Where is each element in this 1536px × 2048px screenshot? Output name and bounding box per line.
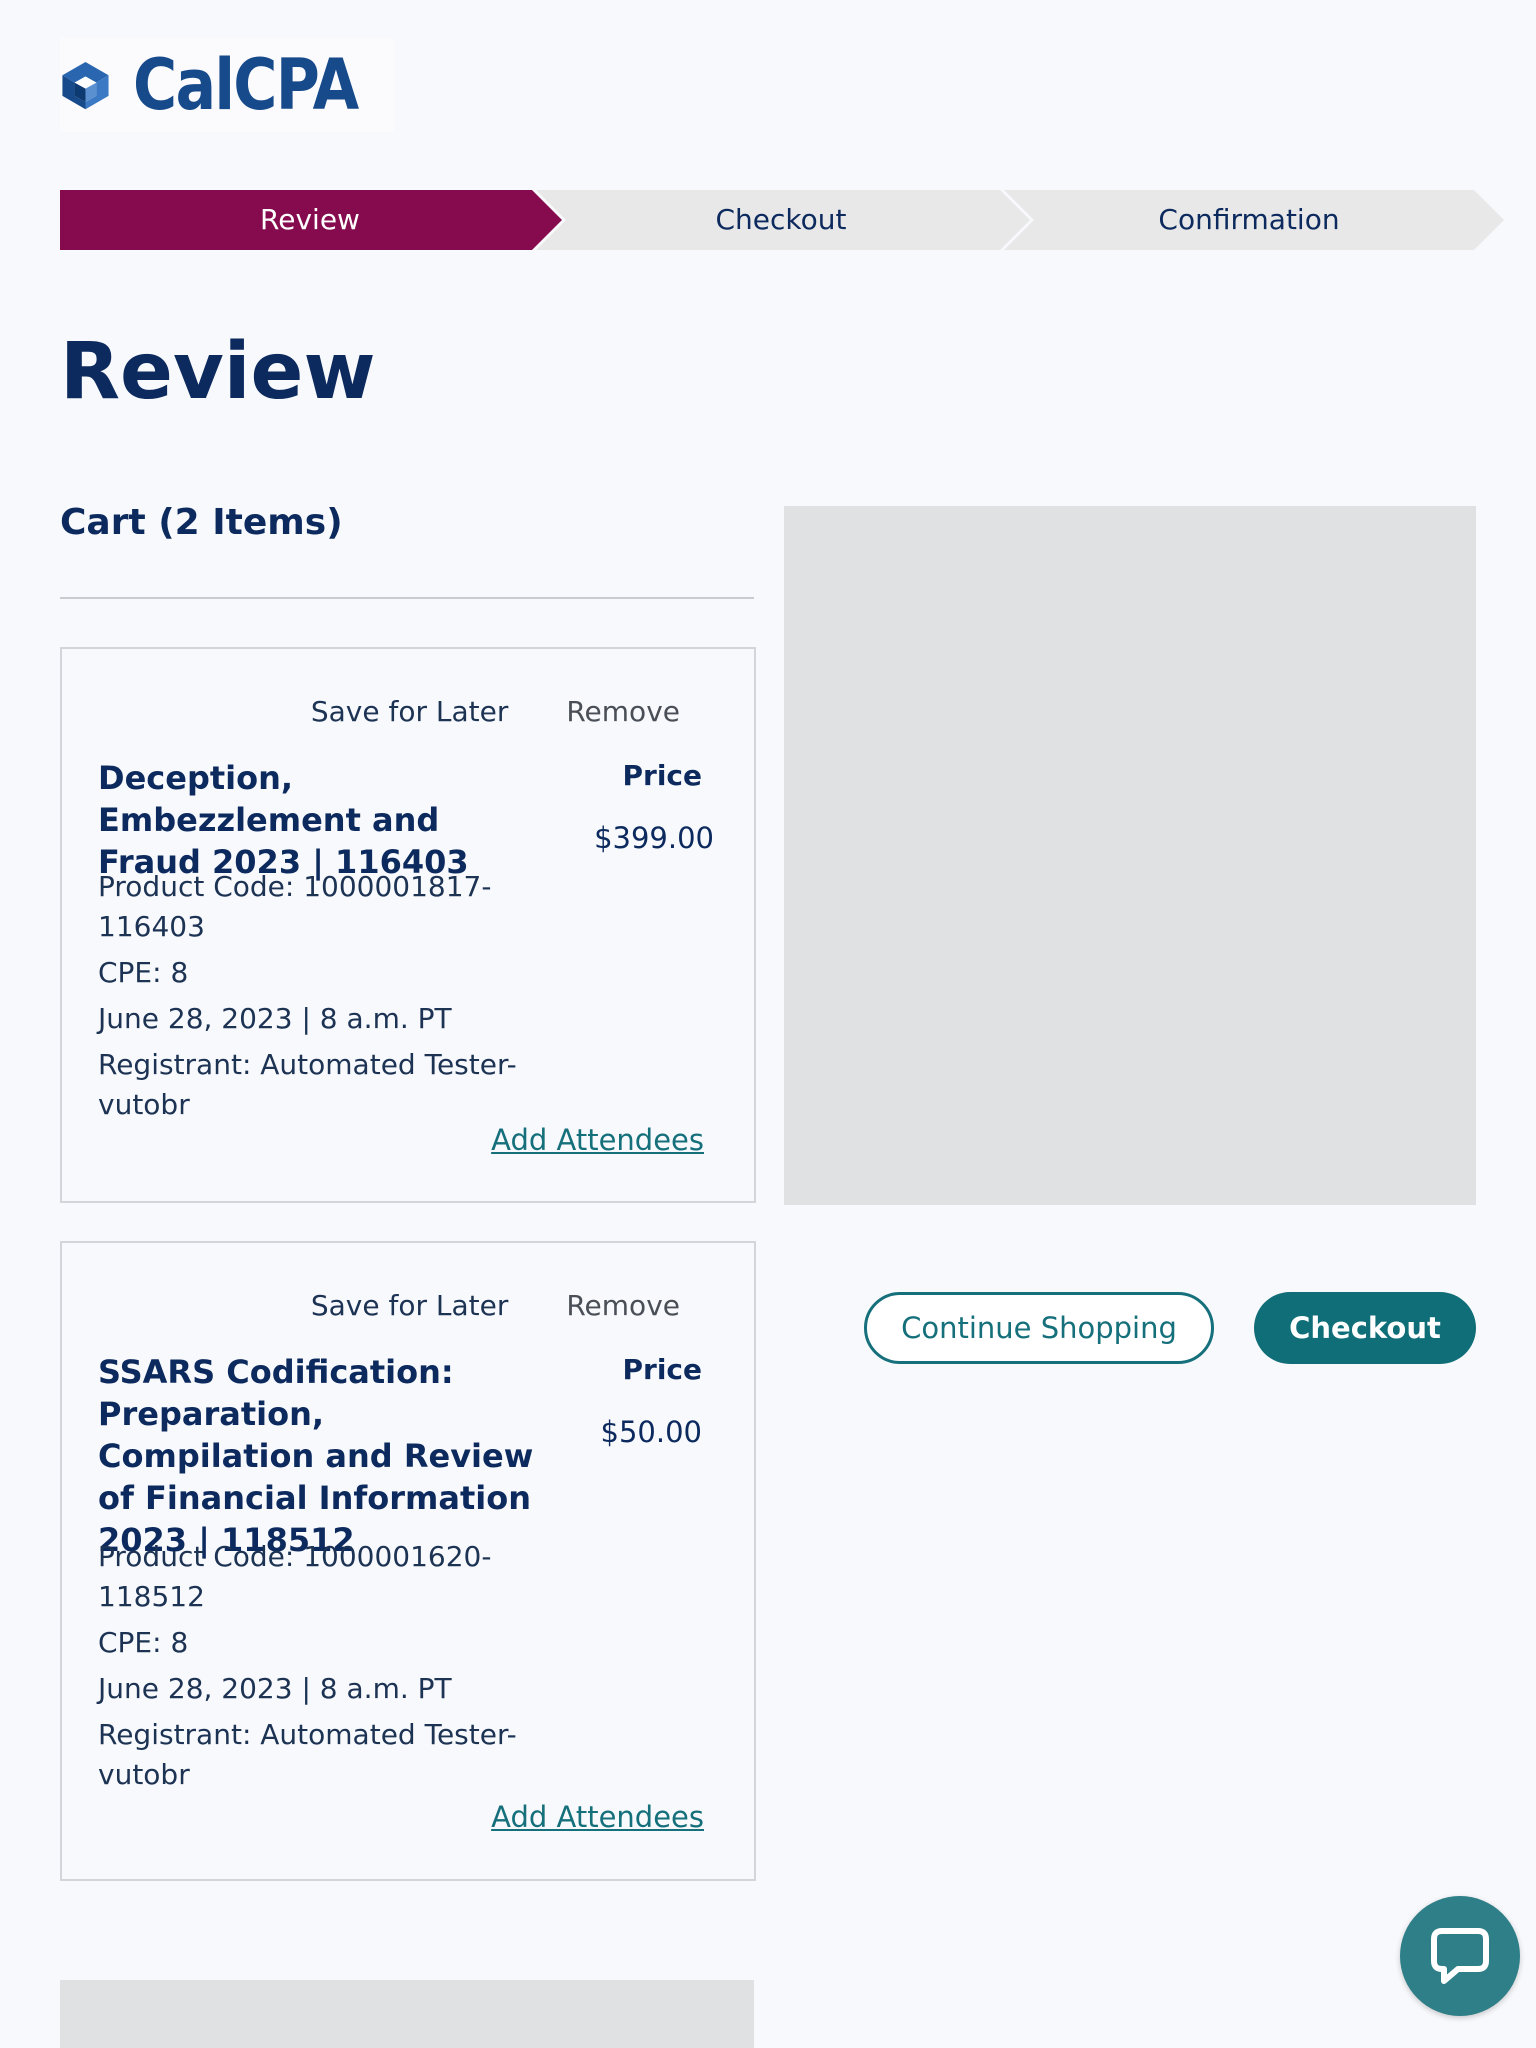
step-checkout: Checkout [715, 203, 847, 236]
page-title: Review [60, 327, 376, 417]
order-summary-panel [784, 506, 1476, 1205]
item-title: SSARS Codification: Preparation, Compila… [98, 1353, 534, 1559]
price-value: $50.00 [600, 1415, 702, 1449]
brand-name: CalCPA [132, 44, 359, 126]
calcpa-cube-icon [62, 61, 109, 110]
checkout-button[interactable]: Checkout [1254, 1292, 1476, 1364]
continue-shopping-button[interactable]: Continue Shopping [864, 1292, 1214, 1364]
cpe-credits: CPE: 8 [98, 1626, 189, 1659]
saved-items-panel [60, 1980, 754, 2048]
cart-heading: Cart (2 Items) [60, 502, 343, 543]
step-review: Review [260, 203, 360, 236]
chat-bubble-icon [1431, 1928, 1489, 1984]
cart-divider [60, 597, 754, 599]
registrant: Registrant: Automated Tester-vutobr [98, 1048, 517, 1121]
product-code: Product Code: 1000001817-116403 [98, 870, 492, 943]
cart-item: Save for Later Remove SSARS Codification… [60, 1241, 756, 1881]
item-actions: Save for Later Remove [311, 695, 680, 728]
add-attendees-link[interactable]: Add Attendees [491, 1123, 704, 1157]
cart-item: Save for Later Remove Deception, Embezzl… [60, 647, 756, 1203]
price-value: $399.00 [594, 821, 714, 855]
add-attendees-link[interactable]: Add Attendees [491, 1800, 704, 1834]
checkout-progress: Review Checkout Confirmation [60, 190, 1504, 250]
remove-link[interactable]: Remove [566, 1289, 680, 1322]
item-details: Product Code: 1000001817-116403 CPE: 8 J… [98, 867, 528, 1131]
item-details: Product Code: 1000001620-118512 CPE: 8 J… [98, 1537, 528, 1801]
save-for-later-link[interactable]: Save for Later [311, 1289, 509, 1322]
step-confirmation: Confirmation [1158, 203, 1340, 236]
cpe-credits: CPE: 8 [98, 956, 189, 989]
price-label: Price [622, 759, 702, 792]
calcpa-logo[interactable]: CalCPA [60, 38, 394, 132]
price-label: Price [622, 1353, 702, 1386]
event-date: June 28, 2023 | 8 a.m. PT [98, 1002, 452, 1035]
chat-launcher-button[interactable] [1400, 1896, 1520, 2016]
event-date: June 28, 2023 | 8 a.m. PT [98, 1672, 452, 1705]
item-actions: Save for Later Remove [311, 1289, 680, 1322]
save-for-later-link[interactable]: Save for Later [311, 695, 509, 728]
remove-link[interactable]: Remove [566, 695, 680, 728]
item-title: Deception, Embezzlement and Fraud 2023 |… [98, 759, 469, 881]
product-code: Product Code: 1000001620-118512 [98, 1540, 492, 1613]
registrant: Registrant: Automated Tester-vutobr [98, 1718, 517, 1791]
